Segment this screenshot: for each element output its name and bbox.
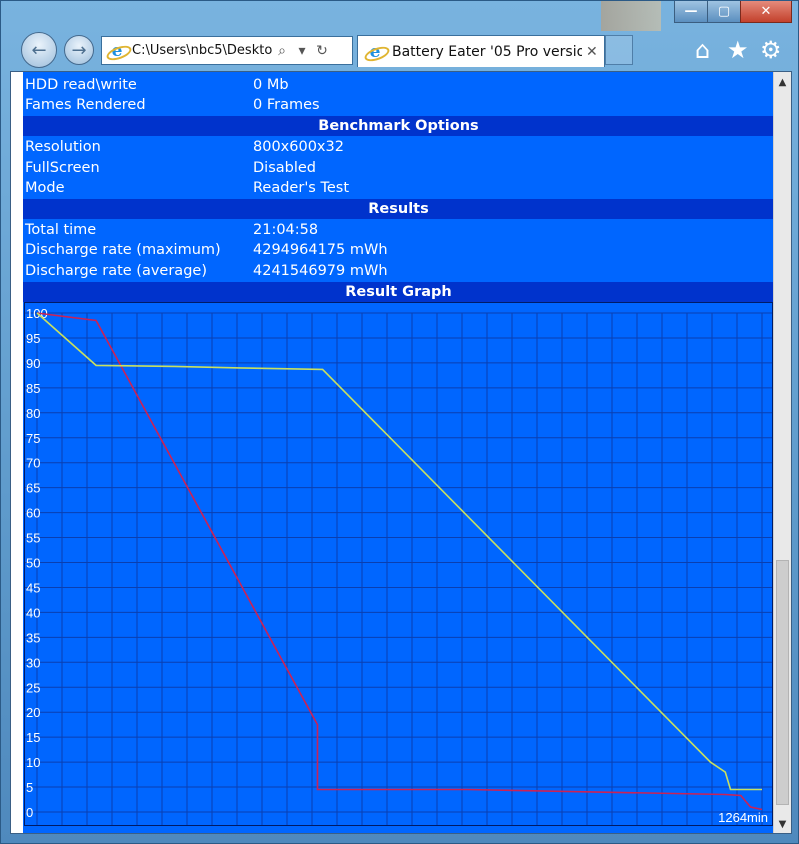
refresh-icon[interactable]: ↻ [312,43,332,59]
arrow-left-icon: ← [31,39,47,61]
row-label: Discharge rate (maximum) [25,242,221,258]
benchmark-row: Resolution 800x600x32 [23,137,774,157]
y-tick-label: 5 [26,780,33,795]
y-tick-label: 35 [26,630,40,645]
row-label: Fames Rendered [25,97,146,113]
results-header: Results [23,199,774,219]
forward-button[interactable]: → [64,35,94,65]
home-icon[interactable]: ⌂ [695,38,710,62]
close-button[interactable]: ✕ [740,1,792,23]
benchmark-row: FullScreen Disabled [23,158,774,178]
favorites-star-icon[interactable]: ★ [727,38,749,62]
benchmark-options-header: Benchmark Options [23,116,774,136]
result-row: Discharge rate (average) 4241546979 mWh [23,261,774,281]
row-label: HDD read\write [25,77,137,93]
y-tick-label: 85 [26,381,40,396]
y-tick-label: 95 [26,331,40,346]
report-page: HDD read\write 0 Mb Fames Rendered 0 Fra… [23,72,774,833]
y-tick-label: 90 [26,356,40,371]
tab-label: Battery Eater '05 Pro versio... [392,43,582,60]
row-value: 0 Frames [253,97,320,113]
result-row: Discharge rate (maximum) 4294964175 mWh [23,240,774,260]
desktop-background [601,1,661,31]
y-tick-label: 70 [26,456,40,471]
browser-window: — ▢ ✕ ← → e C:\Users\nbc5\Deskto ⌕ ▾ ↻ e… [0,0,799,844]
tab-close-icon[interactable]: ✕ [586,44,598,60]
row-label: Resolution [25,139,101,155]
search-icon[interactable]: ⌕ [272,43,292,59]
gear-icon[interactable]: ⚙ [760,38,782,62]
minimize-button[interactable]: — [674,1,708,23]
y-tick-label: 15 [26,730,40,745]
vertical-scrollbar[interactable]: ▲ ▼ [773,72,791,833]
y-tick-label: 20 [26,705,40,720]
address-input[interactable]: C:\Users\nbc5\Deskto [132,43,272,58]
scroll-down-icon[interactable]: ▼ [774,816,791,833]
y-tick-label: 80 [26,406,40,421]
y-tick-label: 25 [26,680,40,695]
y-tick-label: 55 [26,531,40,546]
row-value: 4241546979 mWh [253,263,388,279]
row-label: Mode [25,180,65,196]
info-row: Fames Rendered 0 Frames [23,95,774,115]
benchmark-row: Mode Reader's Test [23,178,774,198]
y-tick-label: 50 [26,556,40,571]
row-value: 21:04:58 [253,222,319,238]
tab-battery-eater[interactable]: e Battery Eater '05 Pro versio... ✕ [357,35,605,67]
window-controls: — ▢ ✕ [674,1,792,23]
back-button[interactable]: ← [21,32,57,68]
series-line [36,312,762,791]
scrollbar-thumb[interactable] [776,560,789,805]
result-graph-header: Result Graph [23,282,774,302]
y-tick-label: 30 [26,655,40,670]
ie-tab-icon: e [366,43,384,61]
info-row: HDD read\write 0 Mb [23,75,774,95]
y-tick-label: 40 [26,605,40,620]
y-tick-label: 60 [26,506,40,521]
result-row: Total time 21:04:58 [23,220,774,240]
result-graph-svg: 1009590858075706560555045403530252015105… [25,306,772,825]
y-tick-label: 10 [26,755,40,770]
row-value: 800x600x32 [253,139,344,155]
page-viewport: HDD read\write 0 Mb Fames Rendered 0 Fra… [10,71,792,834]
row-value: 0 Mb [253,77,289,93]
chevron-down-icon[interactable]: ▾ [292,43,312,59]
address-bar[interactable]: e C:\Users\nbc5\Deskto ⌕ ▾ ↻ [101,36,353,65]
row-label: FullScreen [25,160,100,176]
y-tick-label: 45 [26,580,40,595]
arrow-right-icon: → [71,39,87,61]
new-tab-button[interactable] [605,35,633,65]
maximize-button[interactable]: ▢ [707,1,741,23]
x-end-label: 1264min [718,810,768,825]
result-graph: 100 95 90 85 80 75 70 65 60 55 50 45 40 35 30 25 20 15 10 5… [24,302,773,826]
row-value: Disabled [253,160,316,176]
scroll-up-icon[interactable]: ▲ [774,74,791,91]
ie-page-icon: e [108,42,126,60]
row-label: Total time [25,222,97,238]
y-tick-label: 75 [26,431,40,446]
row-value: 4294964175 mWh [253,242,388,258]
y-tick-label: 0 [26,805,33,820]
row-label: Discharge rate (average) [25,263,207,279]
y-tick-label: 65 [26,481,40,496]
row-value: Reader's Test [253,180,350,196]
